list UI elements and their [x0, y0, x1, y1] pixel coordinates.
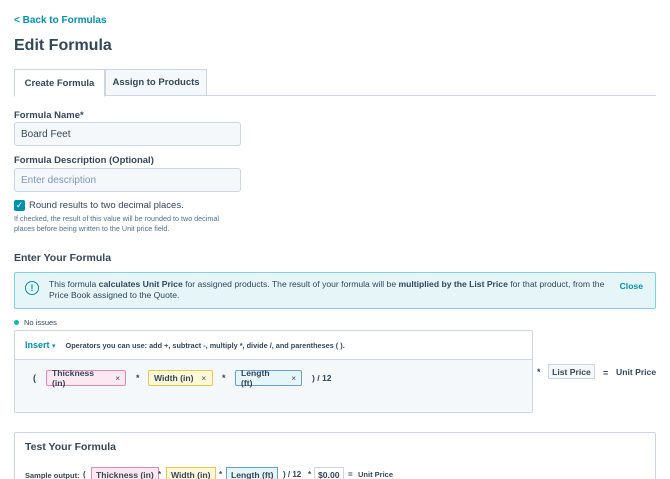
formula-input-area[interactable]: ( Thickness (in) × * Width (in) × * Length… — [15, 360, 532, 412]
open-paren: ( — [83, 470, 86, 479]
formula-name-label: Formula Name* — [14, 110, 84, 121]
round-results-checkbox[interactable]: ✓ — [14, 200, 25, 211]
enter-formula-title: Enter Your Formula — [14, 252, 112, 264]
token-thickness[interactable]: Thickness (in) × — [46, 368, 126, 388]
multiply-operator: * — [158, 470, 162, 479]
token-length[interactable]: Length (ft) × — [235, 368, 302, 388]
result-unit-price: Unit Price — [616, 367, 657, 377]
token-label: Length (ft) — [241, 368, 270, 388]
token-label: Width (in) — [154, 373, 194, 383]
operators-hint: Operators you can use: add +, subtract -… — [65, 340, 345, 350]
list-price-token: List Price — [548, 364, 595, 379]
alert-close-button[interactable]: Close — [620, 281, 643, 291]
multiply-operator: * — [308, 470, 312, 479]
tab-bar: Create Formula Assign to Products — [14, 69, 656, 97]
test-formula-title: Test Your Formula — [25, 441, 117, 453]
formula-description-input[interactable]: Enter description — [14, 168, 241, 192]
round-results-help: If checked, the result of this value wil… — [14, 214, 219, 233]
validation-status: No issues — [14, 318, 57, 327]
formula-name-input[interactable]: Board Feet — [14, 122, 241, 146]
remove-token-icon[interactable]: × — [202, 374, 207, 383]
formula-description-label: Formula Description (Optional) — [14, 155, 154, 166]
round-results-label[interactable]: Round results to two decimal places. — [29, 200, 184, 211]
sample-price-value: $0.00 — [314, 467, 344, 479]
checkmark-icon: ✓ — [15, 200, 24, 210]
sample-output-label: Sample output: — [25, 471, 80, 479]
equals-sign: = — [348, 470, 353, 479]
test-token-length[interactable]: Length (ft) — [226, 467, 279, 479]
multiply-operator: * — [537, 367, 541, 377]
test-formula-panel: Test Your Formula Sample output: ( Thick… — [14, 432, 656, 479]
status-dot-icon — [14, 320, 19, 325]
formula-tail: ) / 12 — [312, 373, 332, 383]
multiply-operator: * — [222, 373, 226, 383]
formula-tail: ) / 12 — [283, 470, 302, 479]
test-token-thickness[interactable]: Thickness (in) — [91, 467, 159, 479]
multiply-operator: * — [136, 373, 140, 383]
token-width[interactable]: Width (in) × — [148, 370, 213, 386]
sample-result-label: Unit Price — [358, 470, 394, 479]
insert-dropdown[interactable]: Insert ▾ — [25, 340, 56, 350]
test-token-width[interactable]: Width (in) — [166, 467, 216, 479]
remove-token-icon[interactable]: × — [291, 374, 296, 383]
formula-editor: Insert ▾ Operators you can use: add +, s… — [14, 330, 533, 413]
chevron-down-icon: ▾ — [52, 343, 56, 350]
token-label: Thickness (in) — [52, 368, 95, 388]
info-alert: ! This formula calculates Unit Price for… — [14, 272, 656, 309]
multiply-operator: * — [219, 470, 223, 479]
tab-create-formula[interactable]: Create Formula — [14, 69, 105, 97]
page-title: Edit Formula — [14, 37, 112, 54]
alert-text: This formula calculates Unit Price for a… — [49, 279, 605, 300]
open-paren: ( — [33, 373, 36, 383]
remove-token-icon[interactable]: × — [115, 374, 120, 383]
back-to-formulas-link[interactable]: < Back to Formulas — [14, 15, 107, 26]
status-text: No issues — [24, 318, 57, 327]
editor-toolbar: Insert ▾ Operators you can use: add +, s… — [15, 331, 532, 360]
equals-sign: = — [603, 368, 609, 378]
info-icon: ! — [25, 281, 39, 295]
tab-assign-to-products[interactable]: Assign to Products — [105, 69, 207, 96]
